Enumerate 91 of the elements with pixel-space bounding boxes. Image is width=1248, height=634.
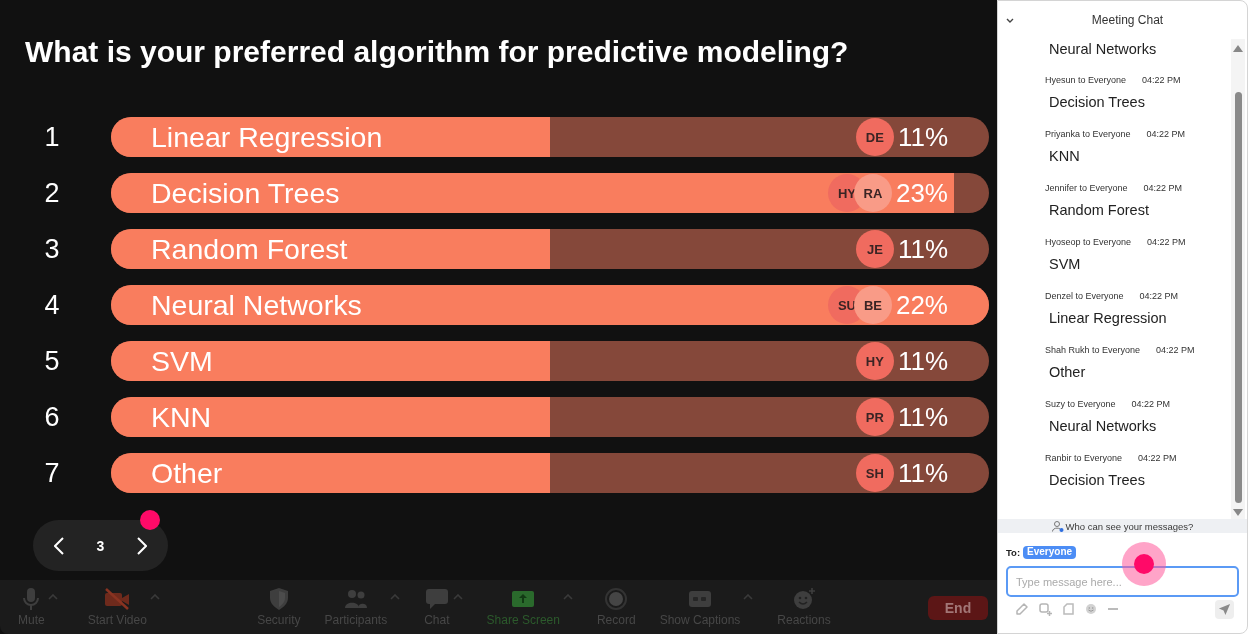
option-number: 4: [43, 289, 61, 321]
toolbar-label: Share Screen: [486, 614, 560, 627]
recipient-selector[interactable]: Everyone: [1023, 545, 1077, 559]
caret-up-icon[interactable]: [743, 594, 754, 600]
message-sender: Suzy to Everyone: [1045, 398, 1116, 410]
option-label: SVM: [151, 344, 213, 378]
chevron-down-icon[interactable]: [1006, 17, 1014, 23]
message-text: KNN: [1049, 148, 1080, 164]
option-label: Random Forest: [151, 232, 348, 266]
option-label: Other: [151, 456, 223, 490]
option-percent: 11%: [897, 401, 948, 433]
pen-icon[interactable]: [1016, 603, 1028, 615]
option-number: 2: [43, 177, 61, 209]
message-sender: Denzel to Everyone: [1045, 290, 1124, 302]
poll-question: What is your preferred algorithm for predictive modeling?: [25, 35, 849, 69]
message-text: Decision Trees: [1049, 94, 1145, 110]
captions-icon: [688, 588, 712, 610]
message-time: 04:22 PM: [1147, 236, 1186, 248]
person-icon: [1051, 520, 1064, 532]
caret-up-icon[interactable]: [390, 594, 401, 600]
arrow-up-box-icon: [511, 588, 536, 610]
option-number: 6: [43, 401, 61, 433]
message-time: 04:22 PM: [1143, 182, 1183, 194]
voter-avatar: SH: [855, 454, 894, 492]
caret-up-icon[interactable]: [47, 594, 58, 600]
option-number: 1: [43, 121, 61, 153]
record-dot-icon: [605, 588, 628, 610]
message-sender: Shah Rukh to Everyone: [1045, 344, 1141, 356]
message-text: Random Forest: [1049, 202, 1149, 218]
message-text: Other: [1049, 364, 1086, 380]
smiley-plus-icon: [792, 588, 817, 610]
option-number: 5: [43, 345, 61, 377]
microphone-icon: [21, 588, 42, 610]
message-sender: Jennifer to Everyone: [1045, 182, 1128, 194]
message-text: SVM: [1049, 256, 1081, 272]
message-sender: Priyanka to Everyone: [1045, 128, 1131, 140]
voter-avatar: JE: [855, 230, 894, 268]
option-label: Neural Networks: [151, 288, 362, 322]
message-time: 04:22 PM: [1156, 344, 1195, 356]
option-label: Linear Regression: [151, 120, 383, 154]
message-time: 04:22 PM: [1131, 398, 1171, 410]
file-icon[interactable]: [1063, 603, 1074, 615]
option-number: 3: [43, 233, 61, 265]
caret-up-icon[interactable]: [149, 594, 160, 600]
message-time: 04:22 PM: [1142, 74, 1181, 86]
option-number: 7: [43, 457, 61, 489]
option-percent: 11%: [897, 345, 948, 377]
add-square-icon[interactable]: [1039, 602, 1052, 616]
page-number: 3: [96, 537, 105, 554]
message-input[interactable]: Type message here...: [1006, 566, 1239, 597]
option-percent: 22%: [895, 289, 948, 321]
speech-bubble-icon: [424, 588, 449, 610]
emoji-icon[interactable]: [1085, 603, 1097, 615]
send-button[interactable]: [1215, 599, 1234, 619]
option-percent: 11%: [897, 233, 948, 265]
scroll-up-icon[interactable]: [1233, 45, 1243, 52]
voter-avatar: DE: [855, 118, 894, 156]
chevron-right-icon[interactable]: [137, 536, 147, 555]
message-text: Decision Trees: [1049, 472, 1145, 488]
option-label: KNN: [151, 400, 212, 434]
people-icon: [343, 588, 368, 610]
voter-avatar: PR: [855, 398, 894, 436]
message-sender: Hyoseop to Everyone: [1045, 236, 1132, 248]
chat-title: Meeting Chat: [1091, 13, 1164, 27]
option-percent: 23%: [895, 177, 948, 209]
pointer-dot-icon: [140, 510, 160, 530]
caret-up-icon[interactable]: [562, 594, 573, 600]
option-label: Decision Trees: [151, 176, 340, 210]
privacy-link[interactable]: Who can see your messages?: [1065, 520, 1194, 532]
message-time: 04:22 PM: [1138, 452, 1177, 464]
message-time: 04:22 PM: [1146, 128, 1186, 140]
chevron-left-icon[interactable]: [54, 536, 64, 555]
share-screen-button[interactable]: Share Screen: [486, 588, 560, 627]
camera-off-icon: [104, 588, 131, 610]
message-time: 04:22 PM: [1139, 290, 1179, 302]
end-meeting-button[interactable]: End: [928, 596, 988, 620]
caret-up-icon[interactable]: [452, 594, 463, 600]
option-percent: 11%: [897, 121, 948, 153]
shield-icon: [268, 588, 289, 610]
voter-avatar: HY: [855, 342, 894, 380]
scrollbar-thumb[interactable]: [1234, 92, 1242, 503]
option-percent: 11%: [897, 457, 948, 489]
paper-plane-icon: [1218, 602, 1231, 616]
message-sender: Ranbir to Everyone: [1045, 452, 1123, 464]
message-text: Linear Regression: [1049, 310, 1167, 326]
message-sender: Hyesun to Everyone: [1045, 74, 1127, 86]
message-text: Neural Networks: [1049, 418, 1157, 434]
touch-indicator-icon: [1122, 542, 1166, 586]
to-label: To:: [1006, 546, 1021, 558]
message-text: Neural Networks: [1049, 41, 1157, 57]
scroll-down-icon[interactable]: [1233, 509, 1243, 516]
